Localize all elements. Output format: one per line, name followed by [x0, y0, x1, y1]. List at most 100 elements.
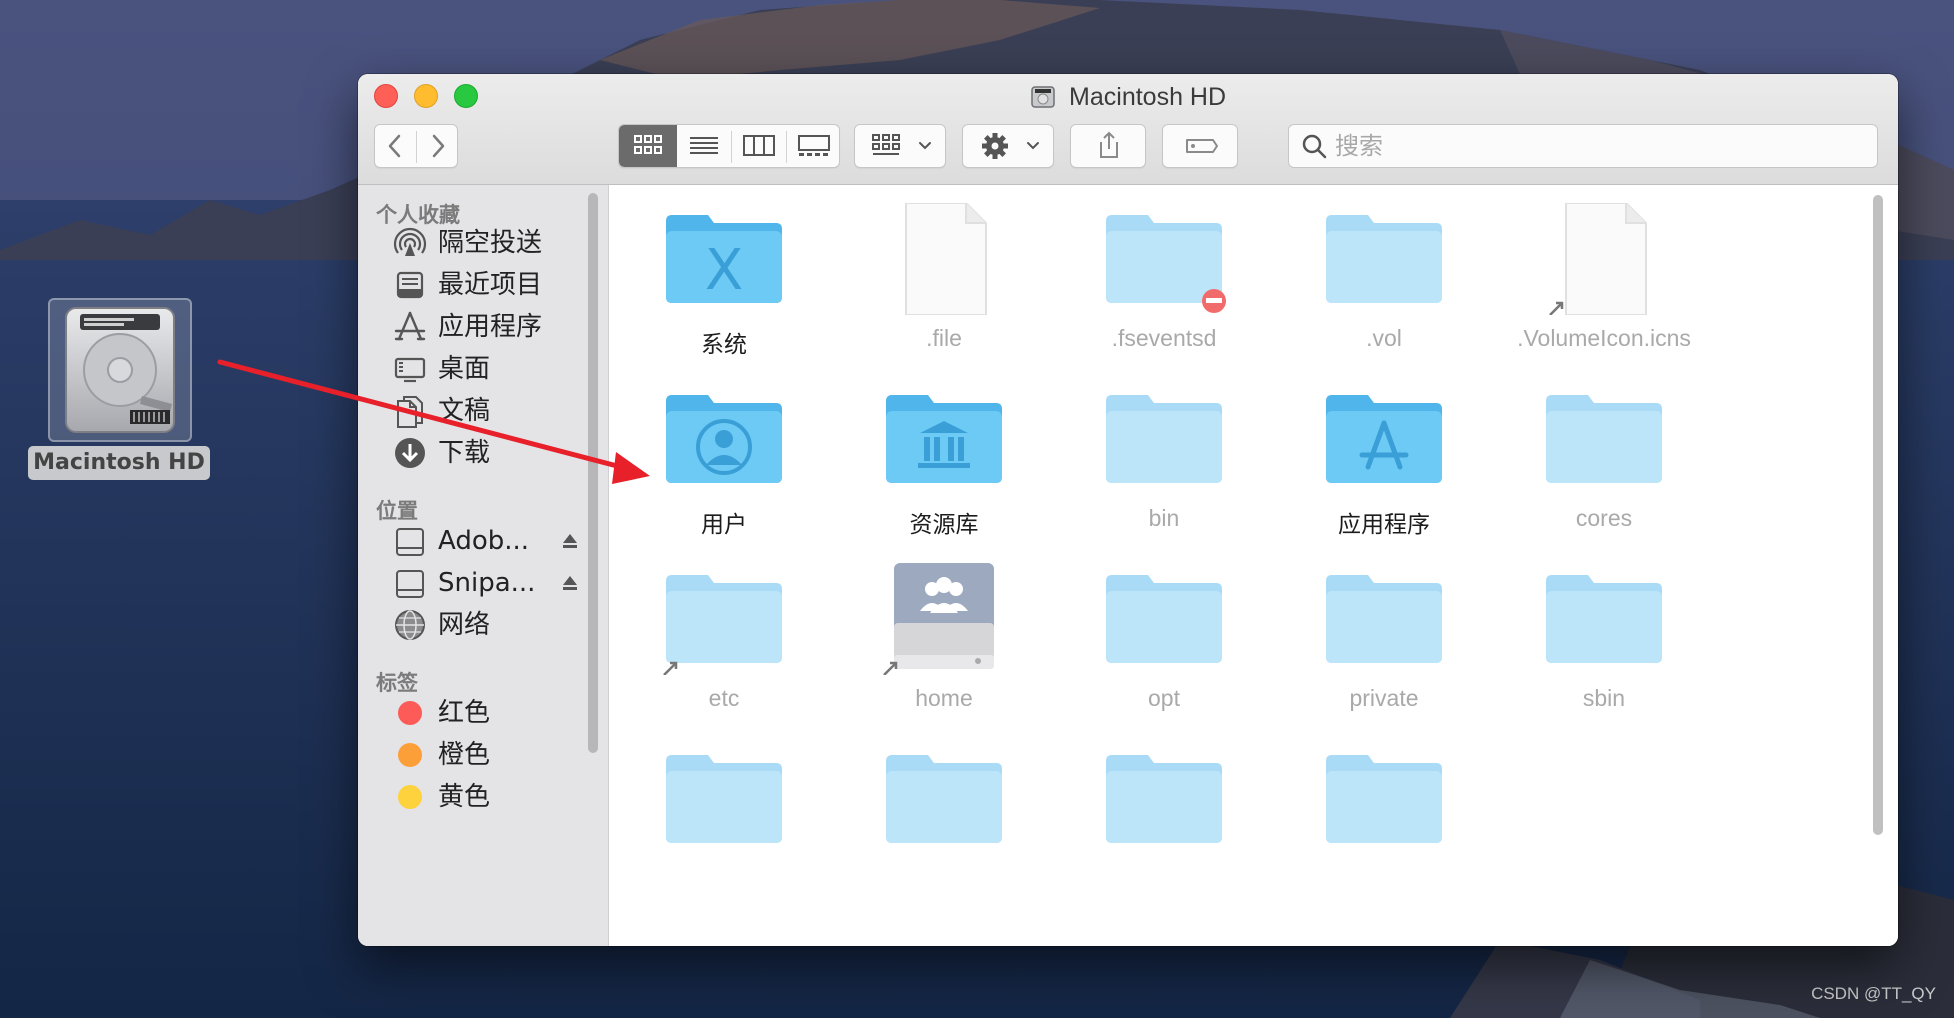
search-field[interactable]: 搜索 — [1288, 124, 1878, 168]
gear-icon — [982, 133, 1039, 159]
file-item-cores[interactable]: cores — [1494, 383, 1704, 543]
file-item-fseventsd[interactable]: .fseventsd — [1054, 203, 1264, 363]
sidebar-item-label: Adob... — [438, 526, 530, 556]
sidebar-item-label: 下载 — [438, 438, 491, 468]
eject-icon[interactable] — [560, 573, 580, 593]
file-name: .VolumeIcon.icns — [1517, 325, 1691, 351]
file-name: .vol — [1366, 325, 1402, 351]
toolbar: Macintosh HD 搜索 — [358, 74, 1898, 185]
network-icon — [395, 610, 425, 640]
sidebar-item-desktop[interactable]: 桌面 — [392, 349, 582, 389]
forward-button[interactable] — [417, 125, 458, 167]
file-name: opt — [1148, 685, 1180, 711]
file-name: private — [1349, 685, 1419, 711]
sidebar-scrollbar[interactable] — [588, 193, 598, 753]
folder-icon — [1106, 755, 1222, 843]
file-name: .file — [926, 325, 962, 351]
search-icon — [1302, 134, 1327, 159]
sidebar-item-label: Snipa... — [438, 568, 536, 598]
file-item-home[interactable]: home — [834, 563, 1044, 723]
file-name: home — [915, 685, 973, 711]
tags-button[interactable] — [1162, 124, 1238, 168]
group-by-button[interactable] — [854, 124, 946, 168]
view-mode-control — [618, 124, 840, 168]
column-view-button[interactable] — [732, 125, 786, 167]
sidebar: 个人收藏 隔空投送 最近项目 应用程序 桌面 文稿 下载 位置 Adob... … — [358, 185, 609, 946]
file-name: 资源库 — [909, 512, 979, 538]
file-item-opt[interactable]: opt — [1054, 563, 1264, 723]
gallery-view-button[interactable] — [787, 125, 839, 167]
sidebar-item-documents[interactable]: 文稿 — [392, 391, 582, 431]
desktop-drive-label[interactable]: Macintosh HD — [28, 446, 210, 480]
sidebar-item-label: 黄色 — [438, 782, 491, 812]
desktop-icon — [394, 357, 426, 383]
file-item-row4-3[interactable] — [1054, 743, 1264, 903]
file-item-file[interactable]: .file — [834, 203, 1044, 363]
folder-icon — [1546, 575, 1662, 663]
folder-icon — [886, 755, 1002, 843]
sidebar-tag-red[interactable]: 红色 — [392, 693, 582, 733]
file-item-system[interactable]: X 系统 — [614, 203, 824, 363]
file-name: etc — [708, 685, 740, 711]
applications-folder-icon — [1326, 395, 1442, 483]
recents-icon — [396, 271, 424, 299]
list-view-button[interactable] — [677, 125, 731, 167]
file-name: sbin — [1582, 685, 1626, 711]
sidebar-item-label: 应用程序 — [438, 312, 543, 342]
chevron-left-icon — [388, 134, 401, 158]
file-item-row4-2[interactable] — [834, 743, 1044, 903]
sidebar-item-applications[interactable]: 应用程序 — [392, 307, 582, 347]
sidebar-item-label: 桌面 — [438, 354, 491, 384]
folder-icon — [666, 755, 782, 843]
folder-icon — [1106, 395, 1222, 483]
orange-tag-dot-icon — [398, 743, 422, 767]
airdrop-icon — [393, 227, 427, 256]
hard-drive-icon — [65, 307, 175, 433]
file-item-row4-1[interactable] — [614, 743, 824, 903]
search-placeholder: 搜索 — [1335, 132, 1383, 160]
sidebar-item-network[interactable]: 网络 — [392, 605, 582, 645]
icon-view-button[interactable] — [619, 125, 677, 167]
folder-icon — [1326, 755, 1442, 843]
file-name: .fseventsd — [1111, 325, 1217, 351]
file-item-volumeicon[interactable]: .VolumeIcon.icns — [1494, 203, 1704, 363]
file-item-row4-4[interactable] — [1274, 743, 1484, 903]
file-item-private[interactable]: private — [1274, 563, 1484, 723]
action-menu-button[interactable] — [962, 124, 1054, 168]
content-scrollbar[interactable] — [1873, 195, 1883, 835]
disk-icon — [396, 528, 424, 556]
svg-text:X: X — [705, 238, 743, 303]
sidebar-item-label: 橙色 — [438, 740, 491, 770]
group-grid-icon — [872, 134, 931, 155]
list-icon — [690, 137, 718, 154]
file-item-etc[interactable]: etc — [614, 563, 824, 723]
sidebar-item-airdrop[interactable]: 隔空投送 — [392, 223, 582, 263]
network-drive-icon — [883, 563, 994, 675]
file-item-applications[interactable]: 应用程序 — [1274, 383, 1484, 543]
file-item-bin[interactable]: bin — [1054, 383, 1264, 543]
sidebar-item-adobe[interactable]: Adob... — [392, 521, 582, 561]
sidebar-item-recents[interactable]: 最近项目 — [392, 265, 582, 305]
sidebar-tag-orange[interactable]: 橙色 — [392, 735, 582, 775]
document-alias-icon — [1549, 203, 1647, 315]
file-item-library[interactable]: 资源库 — [834, 383, 1044, 543]
eject-icon[interactable] — [560, 531, 580, 551]
sidebar-item-snipaste[interactable]: Snipa... — [392, 563, 582, 603]
sidebar-item-downloads[interactable]: 下载 — [392, 433, 582, 473]
folder-icon — [1546, 395, 1662, 483]
desktop-drive-icon[interactable] — [48, 298, 192, 442]
watermark: CSDN @TT_QY — [1811, 984, 1936, 1003]
back-button[interactable] — [375, 125, 416, 167]
file-item-users[interactable]: 用户 — [614, 383, 824, 543]
folder-alias-icon — [663, 575, 782, 675]
file-item-sbin[interactable]: sbin — [1494, 563, 1704, 723]
sidebar-tag-yellow[interactable]: 黄色 — [392, 777, 582, 817]
sidebar-item-label: 隔空投送 — [438, 228, 543, 258]
gallery-icon — [798, 135, 830, 156]
share-button[interactable] — [1070, 124, 1146, 168]
file-name: 系统 — [701, 332, 747, 358]
sidebar-item-label: 文稿 — [438, 396, 491, 426]
file-item-vol[interactable]: .vol — [1274, 203, 1484, 363]
sidebar-item-label: 红色 — [438, 698, 491, 728]
users-folder-icon — [666, 395, 782, 483]
